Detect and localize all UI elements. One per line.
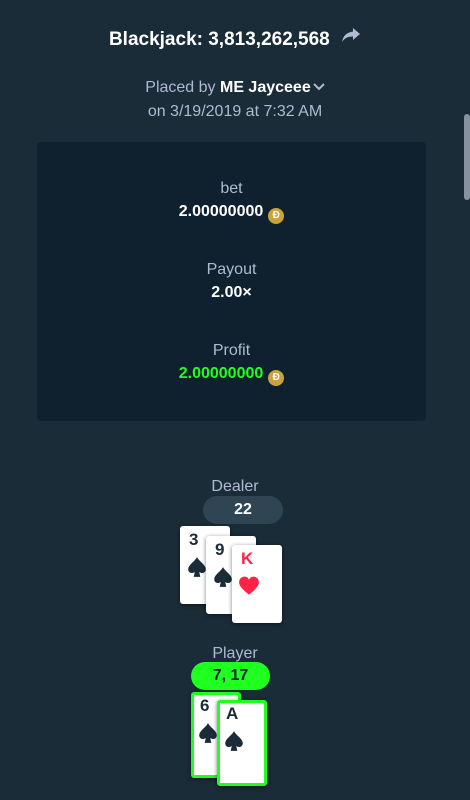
dealer-card-3: K <box>232 545 282 623</box>
bet-date: on 3/19/2019 at 7:32 AM <box>147 103 323 120</box>
payout-stat: Payout 2.00× <box>37 261 426 302</box>
player-card-2: A <box>217 700 267 786</box>
bet-details-panel: bet 2.00000000 Ð Payout 2.00× Profit 2.00… <box>37 142 426 421</box>
bet-title: Blackjack: 3,813,262,568 <box>108 29 330 50</box>
dogecoin-icon: Ð <box>268 370 285 386</box>
spade-icon <box>223 730 245 757</box>
placed-by-line: Placed by ME Jayceee <box>0 79 470 97</box>
bet-label: bet <box>220 180 243 197</box>
heart-icon <box>238 575 260 602</box>
card-rank: K <box>241 549 254 568</box>
share-icon[interactable] <box>341 27 361 49</box>
chevron-down-icon[interactable] <box>313 78 325 96</box>
bet-stat: bet 2.00000000 Ð <box>37 180 426 224</box>
profit-amount-value: 2.00000000 <box>178 365 264 382</box>
bet-amount-value: 2.00000000 <box>178 203 264 220</box>
dealer-score-badge: 22 <box>203 496 283 524</box>
profit-label: Profit <box>212 342 251 359</box>
spade-icon <box>212 566 234 593</box>
spade-icon <box>186 556 208 583</box>
profit-stat: Profit 2.00000000 Ð <box>37 342 426 386</box>
scrollbar-thumb[interactable] <box>464 114 470 200</box>
card-rank: A <box>226 704 239 723</box>
bet-title-row: Blackjack: 3,813,262,568 <box>0 27 470 51</box>
player-score-badge: 7, 17 <box>191 662 270 690</box>
dealer-label: Dealer <box>211 478 259 495</box>
card-rank: 9 <box>215 540 225 559</box>
card-rank: 3 <box>189 530 199 549</box>
placed-by-label: Placed by <box>145 79 216 96</box>
card-rank: 6 <box>200 696 210 715</box>
spade-icon <box>197 722 219 749</box>
user-name[interactable]: ME Jayceee <box>220 79 311 96</box>
profit-amount: 2.00000000 Ð <box>37 365 426 386</box>
payout-value: 2.00× <box>211 284 252 301</box>
dogecoin-icon: Ð <box>268 208 285 224</box>
payout-label: Payout <box>206 261 257 278</box>
player-label: Player <box>212 645 258 662</box>
bet-amount: 2.00000000 Ð <box>37 203 426 224</box>
